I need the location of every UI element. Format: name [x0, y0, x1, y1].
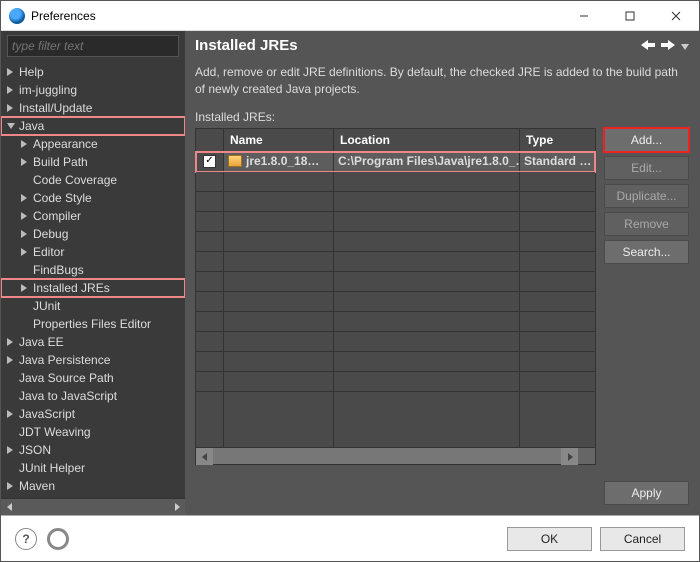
tree-item-java[interactable]: Java: [1, 117, 185, 135]
row-name: jre1.8.0_18…: [224, 152, 334, 172]
tree-item-install[interactable]: Install/Update: [1, 99, 185, 117]
tree-item-editor[interactable]: Editor: [1, 243, 185, 261]
expand-icon: [7, 356, 15, 364]
tree-item-codestyle[interactable]: Code Style: [1, 189, 185, 207]
scroll-right-icon[interactable]: [561, 448, 578, 465]
window-title: Preferences: [31, 9, 96, 23]
tree-item-findbugs[interactable]: FindBugs: [1, 261, 185, 279]
col-name[interactable]: Name: [224, 129, 334, 152]
table-row[interactable]: ✓ jre1.8.0_18… C:\Program Files\Java\jre…: [196, 152, 595, 172]
col-type[interactable]: Type: [520, 129, 595, 152]
tree-item-jdt[interactable]: JDT Weaving: [1, 423, 185, 441]
scroll-corner: [578, 448, 595, 464]
tree-item-java2js[interactable]: Java to JavaScript: [1, 387, 185, 405]
scroll-left-icon[interactable]: [196, 448, 213, 465]
checkbox-checked-icon: ✓: [203, 155, 216, 168]
expand-icon: [21, 158, 29, 166]
workspace-icon[interactable]: [47, 528, 69, 550]
tree-item-javapersist[interactable]: Java Persistence: [1, 351, 185, 369]
page-title: Installed JREs: [195, 37, 298, 54]
sidebar-h-scrollbar[interactable]: [1, 498, 185, 515]
apply-row: Apply: [185, 473, 699, 515]
scroll-right-icon[interactable]: [168, 499, 185, 516]
expand-icon: [21, 284, 29, 292]
sidebar: Help im-juggling Install/Update Java App…: [1, 31, 185, 515]
tree-item-json[interactable]: JSON: [1, 441, 185, 459]
expand-icon: [21, 230, 29, 238]
nav-forward-icon[interactable]: [661, 39, 675, 53]
row-type: Standard …: [520, 152, 595, 172]
jre-table: Name Location Type ✓ jre1.8.0_18… C:\Pro…: [195, 128, 596, 465]
table-header: Name Location Type: [196, 129, 595, 152]
page-header: Installed JREs: [185, 31, 699, 58]
jre-area: Name Location Type ✓ jre1.8.0_18… C:\Pro…: [185, 128, 699, 473]
content-area: Help im-juggling Install/Update Java App…: [1, 31, 699, 515]
add-button[interactable]: Add...: [604, 128, 689, 152]
tree-item-buildpath[interactable]: Build Path: [1, 153, 185, 171]
preferences-window: Preferences Help im-juggling Install/Upd…: [0, 0, 700, 562]
tree-item-debug[interactable]: Debug: [1, 225, 185, 243]
tree-item-appearance[interactable]: Appearance: [1, 135, 185, 153]
expand-icon: [7, 104, 15, 112]
filter-input[interactable]: [7, 35, 179, 57]
tree-item-imjuggling[interactable]: im-juggling: [1, 81, 185, 99]
tree-item-installed-jres[interactable]: Installed JREs: [1, 279, 185, 297]
main-panel: Installed JREs Add, remove or edit JRE d…: [185, 31, 699, 515]
tree-item-codecoverage[interactable]: Code Coverage: [1, 171, 185, 189]
duplicate-button: Duplicate...: [604, 184, 689, 208]
minimize-button[interactable]: [561, 1, 607, 31]
page-description: Add, remove or edit JRE definitions. By …: [185, 58, 699, 110]
app-icon: [9, 8, 25, 24]
button-column: Add... Edit... Duplicate... Remove Searc…: [604, 128, 689, 465]
expand-icon: [21, 212, 29, 220]
expand-icon: [7, 68, 15, 76]
collapse-icon: [7, 123, 15, 131]
help-icon[interactable]: ?: [15, 528, 37, 550]
tree-item-maven[interactable]: Maven: [1, 477, 185, 495]
tree-item-junithelper[interactable]: JUnit Helper: [1, 459, 185, 477]
footer: ? OK Cancel: [1, 515, 699, 561]
expand-icon: [7, 338, 15, 346]
close-button[interactable]: [653, 1, 699, 31]
section-label: Installed JREs:: [185, 110, 699, 128]
row-location: C:\Program Files\Java\jre1.8.0_…: [334, 152, 520, 172]
col-check[interactable]: [196, 129, 224, 152]
row-checkbox[interactable]: ✓: [196, 152, 224, 172]
tree-item-compiler[interactable]: Compiler: [1, 207, 185, 225]
remove-button: Remove: [604, 212, 689, 236]
cancel-button[interactable]: Cancel: [600, 527, 685, 551]
apply-button[interactable]: Apply: [604, 481, 689, 505]
search-button[interactable]: Search...: [604, 240, 689, 264]
col-location[interactable]: Location: [334, 129, 520, 152]
scroll-left-icon[interactable]: [1, 499, 18, 516]
expand-icon: [21, 140, 29, 148]
jre-icon: [228, 155, 242, 167]
expand-icon: [7, 410, 15, 418]
expand-icon: [7, 482, 15, 490]
scroll-track[interactable]: [213, 448, 561, 464]
nav-menu-icon[interactable]: [681, 39, 689, 53]
table-h-scrollbar[interactable]: [196, 447, 595, 464]
tree-item-javasrc[interactable]: Java Source Path: [1, 369, 185, 387]
expand-icon: [7, 86, 15, 94]
tree-item-junit[interactable]: JUnit: [1, 297, 185, 315]
tree-item-javaee[interactable]: Java EE: [1, 333, 185, 351]
nav-back-icon[interactable]: [641, 39, 655, 53]
ok-button[interactable]: OK: [507, 527, 592, 551]
tree-item-help[interactable]: Help: [1, 63, 185, 81]
edit-button: Edit...: [604, 156, 689, 180]
tree-item-javascript[interactable]: JavaScript: [1, 405, 185, 423]
titlebar: Preferences: [1, 1, 699, 31]
tree-item-propfiles[interactable]: Properties Files Editor: [1, 315, 185, 333]
expand-icon: [21, 194, 29, 202]
expand-icon: [21, 248, 29, 256]
preference-tree[interactable]: Help im-juggling Install/Update Java App…: [1, 63, 185, 498]
expand-icon: [7, 446, 15, 454]
maximize-button[interactable]: [607, 1, 653, 31]
window-buttons: [561, 1, 699, 31]
